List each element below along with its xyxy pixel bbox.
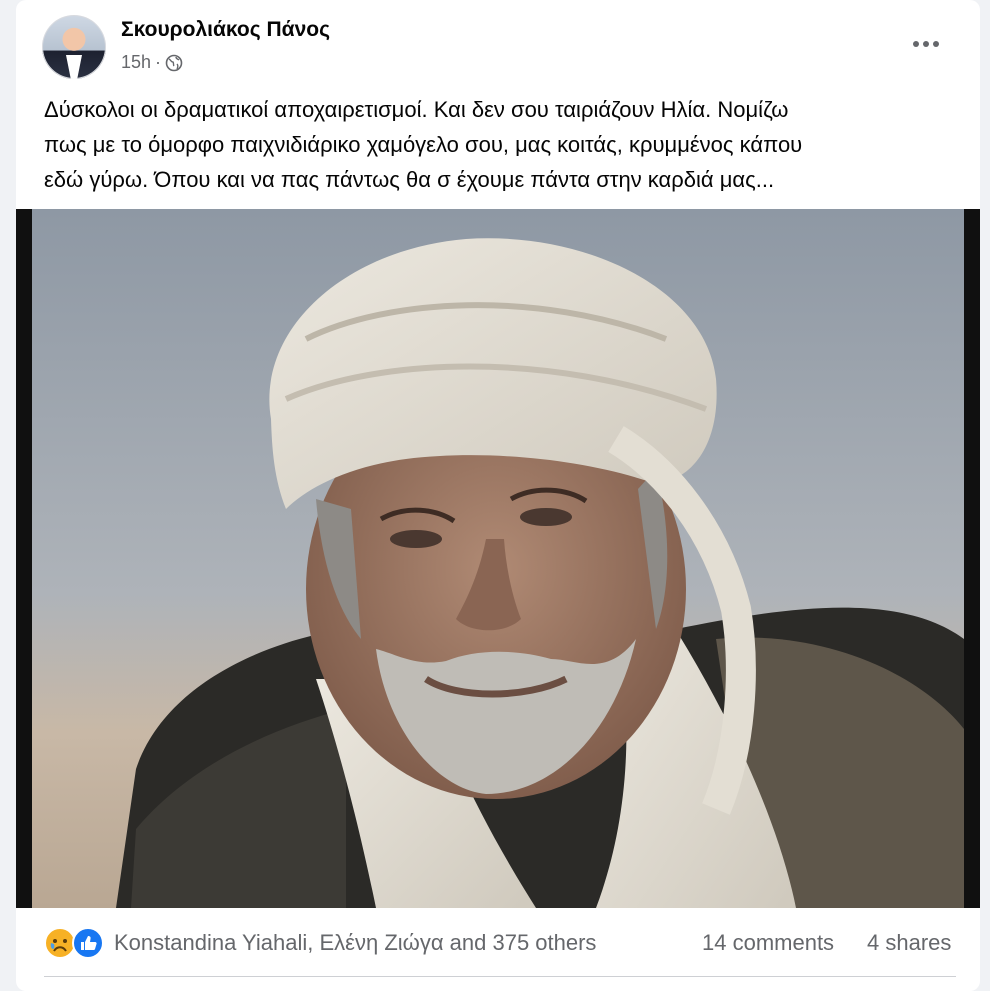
post-photo[interactable]: [16, 209, 980, 908]
comments-count[interactable]: 14 comments: [702, 930, 834, 956]
post-text-line: Δύσκολοι οι δραματικοί αποχαιρετισμοί. Κ…: [44, 97, 789, 122]
post-text-line: εδώ γύρω. Όπου και να πας πάντως θα σ έχ…: [44, 167, 775, 192]
globe-icon[interactable]: [165, 54, 183, 72]
reaction-icons[interactable]: [44, 927, 106, 959]
author-avatar[interactable]: [42, 15, 106, 79]
avatar-shirt: [66, 55, 82, 79]
post-card: Σκουρολιάκος Πάνος 15h · Δύσκολοι οι δρα…: [16, 0, 980, 991]
more-options-button[interactable]: [906, 28, 946, 60]
divider: [44, 976, 956, 977]
like-reaction-icon: [72, 927, 104, 959]
author-name[interactable]: Σκουρολιάκος Πάνος: [121, 18, 330, 42]
more-dot: [923, 41, 929, 47]
shares-count[interactable]: 4 shares: [867, 930, 951, 956]
post-time[interactable]: 15h: [121, 52, 151, 73]
post-meta: 15h ·: [121, 52, 183, 73]
more-dot: [933, 41, 939, 47]
more-dot: [913, 41, 919, 47]
reaction-names[interactable]: Konstandina Yiahali, Ελένη Ζιώγα and 375…: [114, 930, 596, 956]
post-text-line: πως με το όμορφο παιχνιδιάρικο χαμόγελο …: [44, 132, 803, 157]
meta-separator: ·: [155, 52, 162, 72]
reactions-bar: Konstandina Yiahali, Ελένη Ζιώγα and 375…: [44, 922, 956, 964]
sad-reaction-icon: [44, 927, 76, 959]
post-text: Δύσκολοι οι δραματικοί αποχαιρετισμοί. Κ…: [44, 92, 964, 197]
